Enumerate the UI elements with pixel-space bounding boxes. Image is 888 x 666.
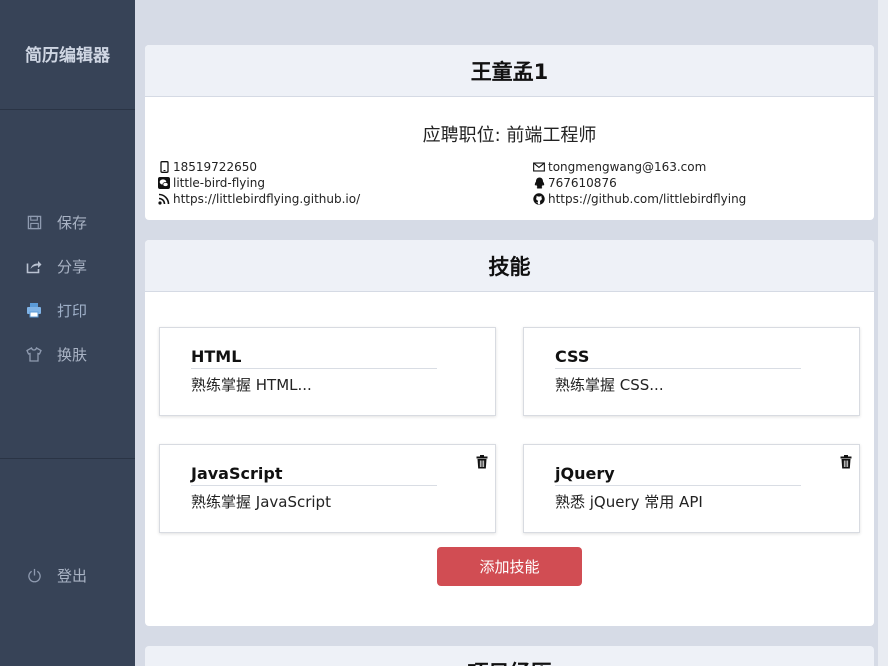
- sidebar-item-save[interactable]: 保存: [0, 200, 135, 244]
- trash-icon[interactable]: [840, 454, 852, 469]
- sidebar-item-label: 打印: [57, 301, 88, 320]
- skill-description[interactable]: 熟练掌握 HTML...: [191, 374, 312, 395]
- skill-name[interactable]: HTML: [191, 347, 437, 369]
- save-icon: [25, 213, 43, 231]
- job-title[interactable]: 应聘职位: 前端工程师: [145, 121, 874, 147]
- sidebar-item-share[interactable]: 分享: [0, 244, 135, 288]
- page-scrollbar[interactable]: [878, 0, 888, 666]
- sidebar-item-print[interactable]: 打印: [0, 288, 135, 332]
- sidebar-item-label: 换肤: [57, 345, 88, 364]
- skills-title: 技能: [145, 240, 874, 292]
- sidebar-item-theme[interactable]: 换肤: [0, 332, 135, 376]
- projects-panel: 项目经历: [145, 646, 874, 666]
- skill-description[interactable]: 熟练掌握 CSS...: [555, 374, 664, 395]
- contact-github[interactable]: https://github.com/littlebirdflying: [533, 191, 873, 206]
- skill-name[interactable]: CSS: [555, 347, 801, 369]
- contact-list: 18519722650 tongmengwang@163.com little-…: [145, 159, 874, 206]
- profile-name[interactable]: 王童孟1: [145, 45, 874, 97]
- contact-email[interactable]: tongmengwang@163.com: [533, 159, 873, 174]
- skill-card[interactable]: HTML 熟练掌握 HTML...: [159, 327, 496, 416]
- sidebar-divider: [0, 458, 135, 459]
- profile-panel: 王童孟1 应聘职位: 前端工程师 18519722650 tongmengwan…: [145, 45, 874, 220]
- skill-name[interactable]: JavaScript: [191, 464, 437, 486]
- power-icon: [25, 566, 43, 584]
- share-icon: [25, 257, 43, 275]
- shirt-icon: [25, 345, 43, 363]
- contact-qq[interactable]: 767610876: [533, 175, 873, 190]
- skill-description[interactable]: 熟练掌握 JavaScript: [191, 491, 331, 512]
- projects-title: 项目经历: [145, 646, 874, 666]
- add-skill-button[interactable]: 添加技能: [437, 547, 582, 586]
- qq-icon: [533, 177, 545, 189]
- contact-wechat[interactable]: little-bird-flying: [158, 175, 533, 190]
- sidebar: 简历编辑器 保存 分享 打印 换肤 登出: [0, 0, 135, 666]
- contact-phone[interactable]: 18519722650: [158, 159, 533, 174]
- envelope-icon: [533, 161, 545, 173]
- sidebar-logout: 登出: [0, 553, 135, 597]
- rss-icon: [158, 193, 170, 205]
- skill-description[interactable]: 熟悉 jQuery 常用 API: [555, 491, 703, 512]
- skills-panel: 技能 HTML 熟练掌握 HTML... CSS 熟练掌握 CSS... Jav…: [145, 240, 874, 626]
- phone-icon: [158, 160, 170, 173]
- trash-icon[interactable]: [476, 454, 488, 469]
- sidebar-item-label: 分享: [57, 257, 88, 276]
- logout-button[interactable]: 登出: [0, 553, 135, 597]
- app-title: 简历编辑器: [0, 0, 135, 110]
- printer-icon: [25, 301, 43, 319]
- github-icon: [533, 192, 545, 205]
- contact-blog[interactable]: https://littlebirdflying.github.io/: [158, 191, 533, 206]
- skill-name[interactable]: jQuery: [555, 464, 801, 486]
- sidebar-item-label: 保存: [57, 213, 88, 232]
- skill-card[interactable]: jQuery 熟悉 jQuery 常用 API: [523, 444, 860, 533]
- skill-card[interactable]: JavaScript 熟练掌握 JavaScript: [159, 444, 496, 533]
- skill-card[interactable]: CSS 熟练掌握 CSS...: [523, 327, 860, 416]
- logout-label: 登出: [57, 566, 88, 585]
- sidebar-menu: 保存 分享 打印 换肤: [0, 200, 135, 376]
- wechat-icon: [158, 176, 170, 189]
